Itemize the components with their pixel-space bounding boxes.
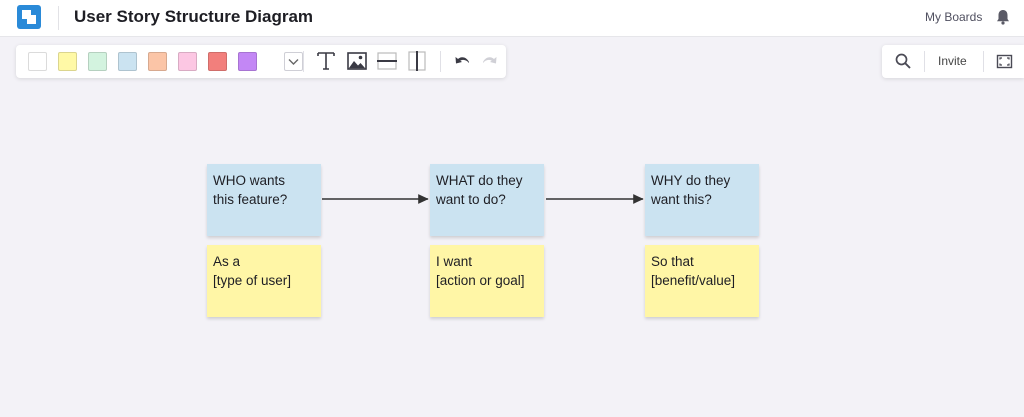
note-text-line: WHO wants [213,173,286,188]
note-text-line: this feature? [213,192,288,207]
note-text-line: WHAT do they [436,173,523,188]
note-text-line: WHY do they [651,173,731,188]
sticky-note-why[interactable]: WHY do they want this? [645,164,759,236]
note-text-line: [benefit/value] [651,273,736,288]
note-text-line: [action or goal] [436,273,525,288]
note-text-line: So that [651,254,694,269]
sticky-note-as-a[interactable]: As a [type of user] [207,245,321,317]
sticky-note-i-want[interactable]: I want [action or goal] [430,245,544,317]
note-text-line: I want [436,254,473,269]
note-text-line: [type of user] [213,273,292,288]
sticky-note-who[interactable]: WHO wants this feature? [207,164,321,236]
sticky-note-so-that[interactable]: So that [benefit/value] [645,245,759,317]
note-text-line: want to do? [436,192,506,207]
sticky-note-what[interactable]: WHAT do they want to do? [430,164,544,236]
note-text-line: want this? [651,192,712,207]
note-text-line: As a [213,254,241,269]
